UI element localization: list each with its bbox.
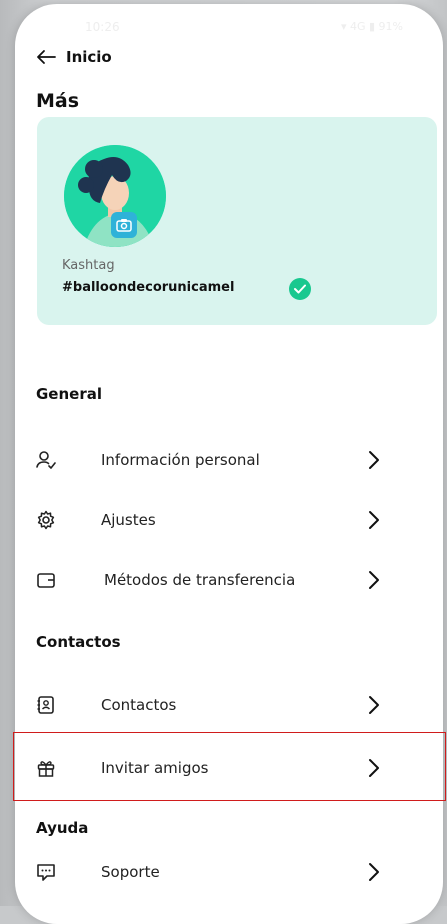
arrow-left-icon [37,50,56,64]
chevron-right-icon [369,451,379,469]
status-icons: ▾ 4G ▮ 91% [340,20,403,33]
change-photo-button[interactable] [111,212,137,238]
menu-item-personal-info[interactable]: Información personal [0,440,428,480]
status-bar: 10:26 ▾ 4G ▮ 91% [15,4,443,40]
verified-icon [289,278,311,300]
highlight-frame [13,732,446,801]
section-ayuda: Ayuda [36,819,89,837]
menu-label-personal-info: Información personal [101,451,260,469]
chevron-right-icon [369,511,379,529]
menu-item-settings[interactable]: Ajustes [0,500,428,540]
menu-item-contacts[interactable]: Contactos [0,685,428,725]
user-icon [36,451,56,469]
back-button[interactable]: Inicio [36,48,112,66]
menu-label-transfer-methods: Métodos de transferencia [104,571,296,589]
kashtag-value: #balloondecorunicamel [62,280,235,295]
status-time: 10:26 [85,20,120,34]
chevron-right-icon [369,863,379,881]
menu-label-support: Soporte [101,863,160,881]
page-title: Más [36,90,80,112]
kashtag-label: Kashtag [62,258,115,273]
section-general: General [36,385,102,403]
menu-item-support[interactable]: Soporte [0,852,428,892]
camera-icon [116,219,132,232]
back-label: Inicio [66,48,112,66]
menu-label-settings: Ajustes [101,511,156,529]
chevron-right-icon [369,571,379,589]
menu-item-transfer-methods[interactable]: Métodos de transferencia [0,560,428,600]
menu-label-contacts: Contactos [101,696,177,714]
chat-icon [37,864,55,881]
chevron-right-icon [369,696,379,714]
contacts-book-icon [37,696,54,714]
section-contactos: Contactos [36,633,121,651]
wallet-icon [37,573,55,588]
gear-icon [37,510,55,530]
